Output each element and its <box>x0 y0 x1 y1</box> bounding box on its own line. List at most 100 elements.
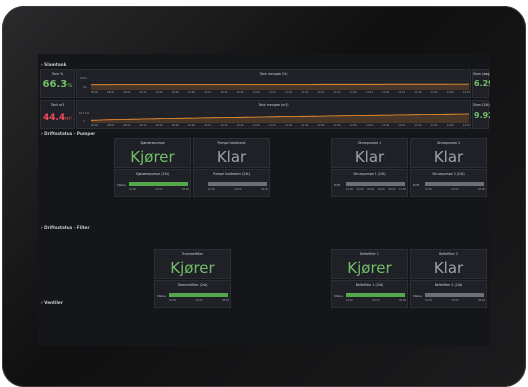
time-axis-tick: 08:00 <box>91 124 98 127</box>
time-axis-tick: 09:45 <box>171 124 179 127</box>
pumps-0-time-tick: 00:00 <box>155 188 163 191</box>
y-axis-label-top-m3: 62.5 m3 <box>79 112 89 115</box>
time-axis-tick: 12:00 <box>317 124 325 127</box>
filters-1-history-panel: Beltefilter 1 (24t) Status 16:00 00:00 08:… <box>331 280 408 308</box>
pumps-2-history-title: Skruepumpe 1 (24t) <box>353 172 386 176</box>
pumps-2-status-label: Drift <box>334 183 341 187</box>
time-axis-tick: 11:30 <box>285 124 292 127</box>
pumps-3-history-title: Skruepumpe 2 (24t) <box>432 172 465 176</box>
pumps-2-time-tick: 16:00 <box>346 188 353 191</box>
time-axis-tick: 11:30 <box>285 91 292 94</box>
time-axis-tick: 10:15 <box>204 91 212 94</box>
filters-2-state: Klar <box>433 259 464 277</box>
pumps-0-history-bar <box>129 182 188 186</box>
tank-m3-line-chart <box>91 108 469 123</box>
filters-0-title: Trommelfilter <box>181 252 204 256</box>
time-axis-tick: 12:15 <box>333 91 341 94</box>
tank-m3-value: 44.4m³ <box>42 113 72 123</box>
section-header-valves[interactable]: › Ventiler <box>41 300 63 305</box>
time-axis-tick: 11:00 <box>252 91 260 94</box>
y-axis-label-bottom: 0% <box>83 86 87 89</box>
time-axis-tick: 14:00 <box>446 124 454 127</box>
filters-2-time-tick: 00:00 <box>451 299 459 302</box>
pumps-0-state: Kjører <box>130 148 175 166</box>
tank-percent-line-chart <box>91 76 469 90</box>
pumps-2-title: Skruepumpe 1 <box>357 141 382 145</box>
time-axis-tick: 09:15 <box>139 124 147 127</box>
pumps-1-history-bar <box>208 182 267 186</box>
time-axis-tick: 14:15 <box>463 124 470 127</box>
time-axis-tick: 11:00 <box>252 124 260 127</box>
time-axis-tick: 08:45 <box>107 124 115 127</box>
time-axis-tick: 10:30 <box>220 124 228 127</box>
y-axis-label-bottom-m3: 0 <box>83 120 85 123</box>
section-header-slamtank[interactable]: › Slamtank <box>41 62 66 67</box>
filters-0-time-tick: 16:00 <box>169 299 176 302</box>
pumps-0-history-title: Sjønærepumpe (24t) <box>135 172 170 176</box>
tank-m3-chart-title: Tank mengde (m3) <box>258 103 289 107</box>
dashboard-screen: › Slamtank Tank % 66.3% Tank mengde (%) … <box>38 54 490 346</box>
time-axis-tick: 09:30 <box>155 124 163 127</box>
tank-m3-title: Tank m3 <box>50 103 65 107</box>
slam-day-value: 6.29m³ <box>474 79 490 88</box>
time-axis-tick: 11:45 <box>301 124 309 127</box>
pumps-0-title: Sjønærepumpe <box>140 141 165 145</box>
pumps-2-time-tick: 12:00 <box>399 188 406 191</box>
pumps-1-history-title: Pumpe holdetank (24t) <box>213 172 250 176</box>
filters-1-status-label: Status <box>334 294 343 298</box>
pumps-1-title: Pumpe holdetank <box>217 141 246 145</box>
pumps-0-history-panel: Sjønærepumpe (24t) Status 16:00 00:00 08:0… <box>114 169 191 197</box>
time-axis-tick: 13:45 <box>430 91 438 94</box>
time-axis-tick: 08:45 <box>107 91 115 94</box>
pumps-1-time-tick: 08:00 <box>261 188 268 191</box>
section-header-pumps[interactable]: › Driftsstatus - Pumper <box>41 131 95 136</box>
time-axis-tick: 13:30 <box>414 91 422 94</box>
pumps-3-history-panel: Skruepumpe 2 (24t) Drift 16:00 00:00 08:00 <box>410 169 487 197</box>
filters-1-time-tick: 16:00 <box>346 299 353 302</box>
filters-1-history-bar <box>346 293 405 297</box>
time-axis-tick: 10:30 <box>220 91 228 94</box>
time-axis-tick: 10:45 <box>236 91 244 94</box>
pumps-2-time-tick: 08:00 <box>388 188 396 191</box>
time-axis-tick: 09:15 <box>139 91 147 94</box>
filters-0-state: Kjører <box>170 259 215 277</box>
time-axis-tick: 10:45 <box>236 124 244 127</box>
filters-2-status-label: Status <box>413 294 422 298</box>
time-axis-tick: 13:15 <box>398 124 406 127</box>
time-axis-tick: 13:45 <box>430 124 438 127</box>
tablet-frame: › Slamtank Tank % 66.3% Tank mengde (%) … <box>2 6 526 387</box>
tank-percent-chart-panel: Tank mengde (%) 100% 0% 08:00 08:45 09:00 0… <box>76 69 471 98</box>
section-header-filters[interactable]: › Driftsstatus - Filter <box>41 225 90 230</box>
pumps-0-state-panel: Sjønærepumpe Kjører <box>114 138 191 168</box>
filters-0-status-label: Status <box>157 294 166 298</box>
time-axis-tick: 13:00 <box>382 91 390 94</box>
time-axis-tick: 10:00 <box>188 91 195 94</box>
pumps-3-time-tick: 00:00 <box>451 188 459 191</box>
pumps-0-status-label: Status <box>117 183 126 187</box>
filters-2-history-panel: Beltefilter 2 (24t) Status 16:00 00:00 08:… <box>410 280 487 308</box>
time-axis-tick: 09:30 <box>155 91 163 94</box>
pumps-3-status-label: Drift <box>413 183 420 187</box>
time-axis-tick: 13:00 <box>382 124 390 127</box>
filters-0-history-bar <box>169 293 228 297</box>
y-axis-label-top: 100% <box>80 77 87 80</box>
filters-1-history-title: Beltefilter 1 (24t) <box>355 283 384 287</box>
time-axis-tick: 10:00 <box>188 124 195 127</box>
tank-percent-value: 66.3% <box>42 79 73 90</box>
pumps-2-state: Klar <box>354 148 385 166</box>
filters-2-title: Beltefilter 2 <box>439 252 458 256</box>
time-axis-tick: 09:00 <box>123 91 131 94</box>
time-axis-tick: 10:15 <box>204 124 212 127</box>
time-axis-tick: 11:15 <box>268 124 276 127</box>
pumps-1-history-panel: Pumpe holdetank (24t) 16:00 00:00 08:00 <box>193 169 270 197</box>
tank-percent-panel: Tank % 66.3% <box>40 69 75 98</box>
filters-0-time-tick: 00:00 <box>195 299 203 302</box>
pumps-1-state-panel: Pumpe holdetank Klar <box>193 138 270 168</box>
pumps-1-state: Klar <box>216 148 247 166</box>
pumps-3-time-tick: 08:00 <box>478 188 485 191</box>
filters-1-time-tick: 00:00 <box>372 299 380 302</box>
filters-2-time-tick: 08:00 <box>478 299 485 302</box>
filters-0-history-panel: Trommelfilter (24t) Status 16:00 00:00 08:… <box>154 280 231 308</box>
filters-2-state-panel: Beltefilter 2 Klar <box>410 249 487 279</box>
time-axis-tick: 08:00 <box>91 91 98 94</box>
